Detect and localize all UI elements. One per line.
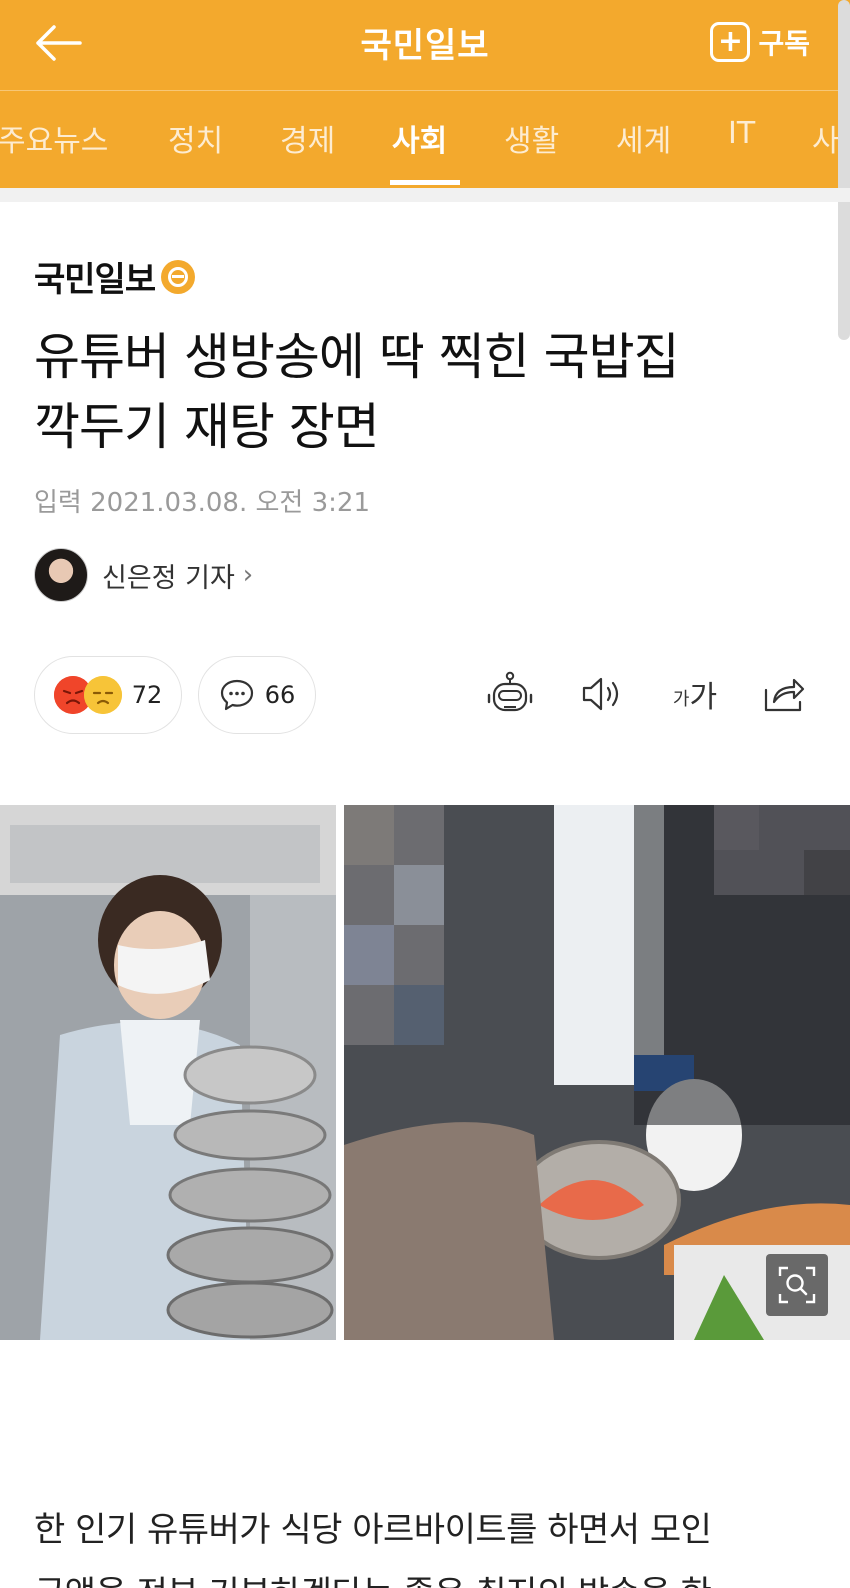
- speech-bubble-icon: [220, 679, 253, 711]
- scrollbar[interactable]: [838, 0, 850, 340]
- subscribe-button[interactable]: + 구독: [710, 20, 810, 64]
- sad-face-icon: [83, 676, 122, 714]
- reactions-button[interactable]: 72: [34, 656, 182, 734]
- tab-economy[interactable]: 경제: [280, 116, 335, 160]
- active-tab-indicator: [390, 180, 460, 185]
- article-headline: 유튜버 생방송에 딱 찍힌 국밥집 깍두기 재탕 장면: [34, 322, 824, 462]
- publisher-logo: 국민일보: [34, 252, 196, 301]
- header-row: 국민일보 + 구독: [0, 0, 850, 88]
- comments-count: 66: [264, 681, 296, 709]
- article-photo[interactable]: [0, 805, 850, 1340]
- headline-line-2: 깍두기 재탕 장면: [34, 398, 380, 456]
- section-gap: [0, 188, 850, 202]
- speaker-icon: [582, 677, 619, 711]
- category-tabs: 주요뉴스 정치 경제 사회 생활 세계 IT 사: [0, 92, 850, 188]
- comments-button[interactable]: 66: [198, 656, 316, 734]
- tab-society[interactable]: 사회: [392, 116, 447, 160]
- tab-world[interactable]: 세계: [616, 116, 671, 160]
- avatar: [34, 548, 88, 602]
- tab-main-news[interactable]: 주요뉴스: [0, 116, 108, 160]
- share-icon: [764, 678, 805, 712]
- read-aloud-button[interactable]: [574, 666, 630, 722]
- subscribe-label: 구독: [758, 27, 810, 60]
- header-divider: [0, 90, 850, 91]
- font-size-small-label: 가: [672, 689, 690, 710]
- font-size-button[interactable]: 가 가: [662, 666, 728, 722]
- zoom-button[interactable]: [766, 1254, 828, 1316]
- reporter-name: 신은정 기자: [102, 562, 235, 594]
- plus-box-icon: +: [710, 22, 751, 62]
- photo-right-panel: [344, 805, 850, 1340]
- zoom-search-icon: [778, 1266, 816, 1304]
- share-button[interactable]: [756, 666, 812, 722]
- publisher-mark-icon: [161, 259, 196, 294]
- body-line-2: 금액을 전부 기부하겠다는 좋은 취지의 방송을 한: [34, 1574, 712, 1588]
- tab-life[interactable]: 생활: [504, 116, 559, 160]
- robot-summary-button[interactable]: [482, 666, 538, 722]
- tab-more-cut[interactable]: 사: [812, 116, 840, 160]
- top-bar: 국민일보 + 구독 주요뉴스 정치 경제 사회 생활 세계 IT 사: [0, 0, 850, 340]
- body-line-1: 한 인기 유튜버가 식당 아르바이트를 하면서 모인: [34, 1510, 712, 1550]
- article-body: 한 인기 유튜버가 식당 아르바이트를 하면서 모인 금액을 전부 기부하겠다는…: [34, 1498, 824, 1588]
- tab-politics[interactable]: 정치: [168, 116, 223, 160]
- article-actions: 72 66 가 가: [34, 656, 824, 736]
- photo-left-panel: [0, 805, 336, 1340]
- tab-it[interactable]: IT: [728, 116, 755, 151]
- headline-line-1: 유튜버 생방송에 딱 찍힌 국밥집: [34, 328, 680, 386]
- chevron-right-icon: ›: [242, 560, 254, 590]
- font-size-large-label: 가: [689, 680, 718, 715]
- reporter-link[interactable]: 신은정 기자 ›: [34, 548, 253, 602]
- reaction-icons: [53, 676, 122, 714]
- publisher-name: 국민일보: [34, 260, 156, 300]
- publish-date: 입력 2021.03.08. 오전 3:21: [34, 488, 370, 518]
- reactions-count: 72: [131, 681, 163, 709]
- robot-summary-icon: [487, 671, 533, 712]
- photo-left-illustration: [0, 805, 336, 1340]
